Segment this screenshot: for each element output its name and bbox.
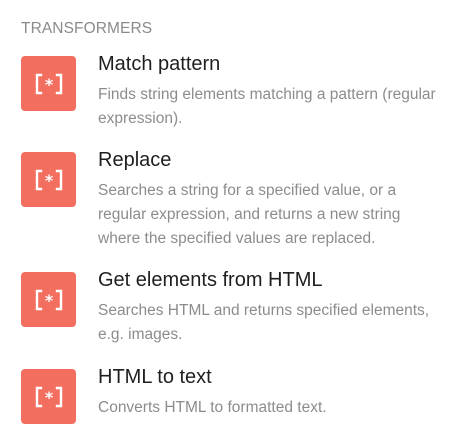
item-title: HTML to text <box>98 366 212 388</box>
svg-text:*: * <box>44 388 53 407</box>
item-description: Searches HTML and returns specified elem… <box>98 302 430 343</box>
regex-brackets-icon: * <box>21 369 76 424</box>
regex-brackets-icon: * <box>21 272 76 327</box>
section-header: TRANSFORMERS <box>21 20 153 37</box>
transformers-panel: TRANSFORMERS * Match pattern Finds strin… <box>0 0 474 444</box>
item-title: Match pattern <box>98 53 221 75</box>
item-title: Replace <box>98 149 172 171</box>
regex-brackets-icon: * <box>21 56 76 111</box>
item-description: Finds string elements matching a pattern… <box>98 86 436 127</box>
svg-text:*: * <box>44 291 53 310</box>
svg-text:*: * <box>44 75 53 94</box>
item-description: Searches a string for a specified value,… <box>98 182 401 247</box>
regex-brackets-icon: * <box>21 152 76 207</box>
svg-text:*: * <box>44 171 53 190</box>
item-title: Get elements from HTML <box>98 269 323 291</box>
item-description: Converts HTML to formatted text. <box>98 399 327 416</box>
